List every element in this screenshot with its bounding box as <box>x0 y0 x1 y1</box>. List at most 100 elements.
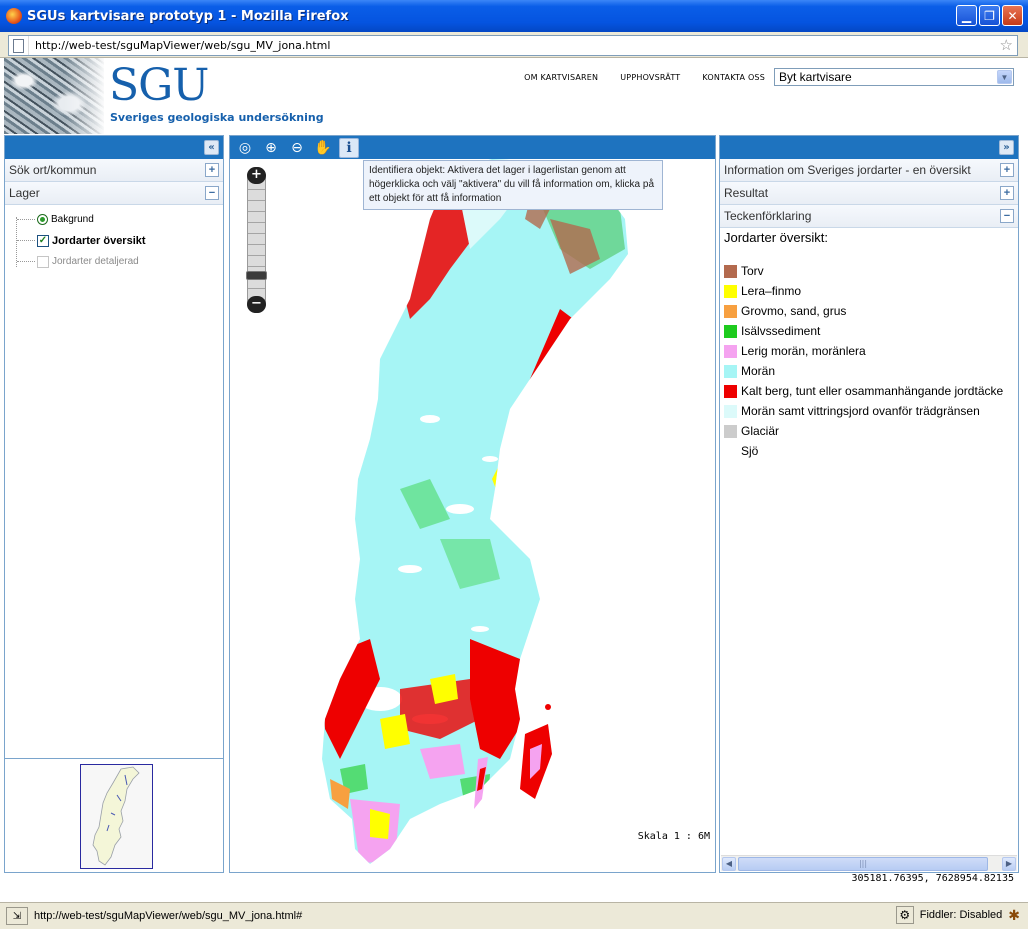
layer-bakgrund[interactable]: Bakgrund <box>17 209 217 230</box>
zoom-slider-track[interactable] <box>247 167 266 313</box>
window-title: SGUs kartvisare prototyp 1 - Mozilla Fir… <box>27 8 349 24</box>
legend-label: Glaciär <box>741 424 780 438</box>
status-connection-icon: ⇲ <box>6 907 28 925</box>
identify-tooltip: Identifiera objekt: Aktivera det lager i… <box>363 160 663 210</box>
firebug-icon[interactable]: ✱ <box>1008 907 1020 924</box>
legend-label: Kalt berg, tunt eller osammanhängande jo… <box>741 384 1004 398</box>
zoom-in-icon[interactable]: ⊕ <box>261 138 281 158</box>
legend-item: Sjö <box>720 441 1018 461</box>
nav-upphovsratt[interactable]: UPPHOVSRÄTT <box>620 73 680 82</box>
maximize-button[interactable]: ❐ <box>979 5 1000 26</box>
legend-swatch <box>724 324 737 338</box>
scrollbar-thumb[interactable]: ||| <box>738 857 988 871</box>
collapse-icon[interactable]: − <box>205 186 219 200</box>
legend-item: Isälvssediment <box>720 321 1018 341</box>
status-url: http://web-test/sguMapViewer/web/sgu_MV_… <box>34 910 303 922</box>
chevron-down-icon[interactable]: ▼ <box>997 70 1012 84</box>
gear-icon[interactable]: ⚙ <box>895 906 914 924</box>
legend-label: Morän <box>741 364 776 378</box>
zoom-out-icon[interactable]: ⊖ <box>287 138 307 158</box>
legend-swatch <box>724 344 737 358</box>
layer-jordarter-oversikt[interactable]: ✓ Jordarter översikt <box>17 230 217 251</box>
section-sok-ort[interactable]: Sök ort/kommun + <box>5 159 223 182</box>
rock-texture-image <box>4 58 104 134</box>
expand-icon[interactable]: + <box>1000 163 1014 177</box>
legend-item: Lera–finmo <box>720 281 1018 301</box>
address-bar[interactable]: http://web-test/sguMapViewer/web/sgu_MV_… <box>8 35 1018 56</box>
overview-extent-box[interactable] <box>80 764 153 869</box>
mouse-coordinates: 305181.76395, 7628954.82135 <box>851 873 1014 884</box>
legend-label: Isälvssediment <box>741 324 821 338</box>
bookmark-star-icon[interactable]: ☆ <box>1000 36 1013 54</box>
legend-item: Morän samt vittringsjord ovanför trädgrä… <box>720 401 1018 421</box>
layer-jordarter-detaljerad[interactable]: Jordarter detaljerad <box>17 251 217 272</box>
overview-sweden-shape <box>92 766 140 866</box>
legend-item: Lerig morän, moränlera <box>720 341 1018 361</box>
scroll-left-icon[interactable]: ◀ <box>722 857 736 871</box>
expand-icon[interactable]: + <box>1000 186 1014 200</box>
minimize-button[interactable]: ▁ <box>956 5 977 26</box>
map-scale: Skala 1 : 6M <box>637 831 710 842</box>
left-panel: « Sök ort/kommun + Lager − Bakgrund ✓ Jo… <box>4 135 224 873</box>
collapse-right-icon[interactable]: » <box>999 140 1014 155</box>
pan-hand-icon[interactable]: ✋ <box>313 138 333 158</box>
address-url[interactable]: http://web-test/sguMapViewer/web/sgu_MV_… <box>29 39 330 52</box>
collapse-left-icon[interactable]: « <box>204 140 219 155</box>
zoom-out-button[interactable]: − <box>247 296 266 313</box>
section-resultat[interactable]: Resultat + <box>720 182 1018 205</box>
left-panel-bar: « <box>5 136 223 159</box>
section-information-label: Information om Sveriges jordarter - en ö… <box>724 163 971 177</box>
section-teckenforklaring[interactable]: Teckenförklaring − <box>720 205 1018 228</box>
map-viewer-select[interactable]: Byt kartvisare ▼ <box>774 68 1014 86</box>
section-resultat-label: Resultat <box>724 186 769 200</box>
zoom-extent-icon[interactable]: ◎ <box>235 138 255 158</box>
section-teckenforklaring-label: Teckenförklaring <box>724 209 812 223</box>
zoom-slider-handle[interactable] <box>246 271 267 280</box>
layer-label: Jordarter översikt <box>52 234 146 247</box>
expand-icon[interactable]: + <box>205 163 219 177</box>
map-panel: ◎ ⊕ ⊖ ✋ ℹ + − Identifiera objekt: Aktive… <box>229 135 716 873</box>
legend-swatch <box>724 424 737 438</box>
section-lager-label: Lager <box>9 186 40 200</box>
section-lager[interactable]: Lager − <box>5 182 223 205</box>
legend-item: Grovmo, sand, grus <box>720 301 1018 321</box>
radio-icon[interactable] <box>37 214 48 225</box>
legend-swatch <box>724 264 737 278</box>
legend-item: Glaciär <box>720 421 1018 441</box>
window-titlebar: SGUs kartvisare prototyp 1 - Mozilla Fir… <box>0 0 1028 32</box>
section-sok-ort-label: Sök ort/kommun <box>9 163 97 177</box>
legend-label: Lera–finmo <box>741 284 802 298</box>
soil-map <box>322 159 628 864</box>
section-information[interactable]: Information om Sveriges jordarter - en ö… <box>720 159 1018 182</box>
legend-item: Torv <box>720 261 1018 281</box>
nav-om-kartvisaren[interactable]: OM KARTVISAREN <box>524 73 598 82</box>
legend-label: Torv <box>741 264 764 278</box>
legend-list: Torv Lera–finmo Grovmo, sand, grus Isälv… <box>720 261 1018 461</box>
layer-tree: Bakgrund ✓ Jordarter översikt Jordarter … <box>5 205 223 765</box>
legend-swatch <box>724 364 737 378</box>
zoom-in-button[interactable]: + <box>247 167 266 184</box>
legend-swatch <box>724 404 737 418</box>
checkbox-checked-icon[interactable]: ✓ <box>37 234 49 247</box>
fiddler-status[interactable]: Fiddler: Disabled <box>920 909 1003 921</box>
layer-label: Jordarter detaljerad <box>52 256 139 267</box>
legend-swatch <box>724 284 737 298</box>
sgu-logo: SGU <box>109 60 209 111</box>
status-bar: ⇲ http://web-test/sguMapViewer/web/sgu_M… <box>0 902 1028 929</box>
org-name: Sveriges geologiska undersökning <box>110 111 324 124</box>
legend-label: Grovmo, sand, grus <box>741 304 847 318</box>
collapse-icon[interactable]: − <box>1000 209 1014 223</box>
right-panel-bar: » <box>720 136 1018 159</box>
map-canvas[interactable]: + − Identifiera objekt: Aktivera det lag… <box>230 159 715 872</box>
overview-map[interactable] <box>5 758 223 872</box>
layer-label: Bakgrund <box>51 214 94 225</box>
legend-swatch <box>724 384 737 398</box>
close-button[interactable]: ✕ <box>1002 5 1023 26</box>
horizontal-scrollbar[interactable]: ◀ ||| ▶ <box>721 855 1017 871</box>
map-toolbar: ◎ ⊕ ⊖ ✋ ℹ <box>230 136 715 159</box>
legend-label: Lerig morän, moränlera <box>741 344 866 358</box>
checkbox-unchecked-icon[interactable] <box>37 255 49 268</box>
scroll-right-icon[interactable]: ▶ <box>1002 857 1016 871</box>
identify-icon[interactable]: ℹ <box>339 137 359 158</box>
nav-kontakta-oss[interactable]: KONTAKTA OSS <box>702 73 765 82</box>
